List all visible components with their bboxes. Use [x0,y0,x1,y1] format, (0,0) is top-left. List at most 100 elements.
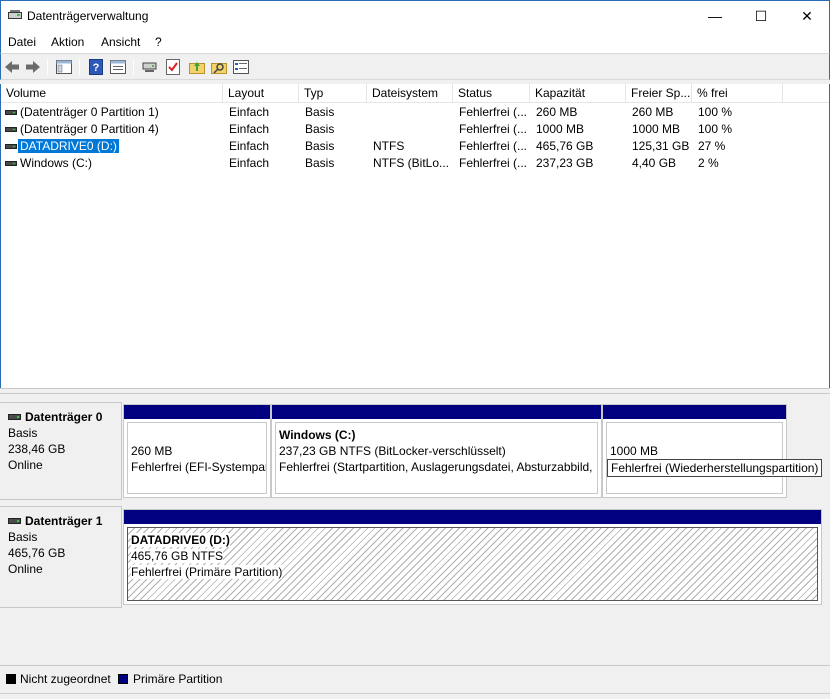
partition-recovery[interactable]: 1000 MB Fehlerfrei (Wiederherstellungspa… [602,404,823,498]
cell-kapazitaet: 1000 MB [536,122,585,136]
close-button[interactable]: ✕ [784,1,830,31]
primary-partition-bar [272,405,601,419]
disk-0-info[interactable]: Datenträger 0 Basis 238,46 GB Online [0,402,122,500]
checklist-icon[interactable] [164,58,182,76]
disk-icon [8,414,21,420]
cell-volume: (Datenträger 0 Partition 1) [20,105,159,119]
disk-0-type: Basis [8,426,38,440]
table-row[interactable]: Windows (C:) Einfach Basis NTFS (BitLo..… [1,155,829,172]
cell-status: Fehlerfrei (... [459,139,528,153]
cell-freier-speicher: 4,40 GB [632,156,677,170]
cell-freier-speicher: 260 MB [632,105,674,119]
disk-0-name: Datenträger 0 [25,410,103,424]
partition-datadrive0-d[interactable]: DATADRIVE0 (D:) 465,76 GB NTFS Fehlerfre… [123,509,822,605]
partition-status: Fehlerfrei (Startpartition, Auslagerungs… [279,460,593,474]
search-folder-icon[interactable] [210,58,228,76]
forward-arrow-icon[interactable] [24,58,42,76]
table-row-selected[interactable]: DATADRIVE0 (D:) Einfach Basis NTFS Fehle… [1,138,829,155]
partition-size: 260 MB [131,444,173,458]
minimize-button[interactable]: — [692,1,738,31]
partition-size: 237,23 GB NTFS (BitLocker-verschlüsselt) [279,444,506,458]
cell-kapazitaet: 237,23 GB [536,156,594,170]
disk-0-state: Online [8,458,43,472]
disk-1-size: 465,76 GB [8,546,66,560]
primary-partition-bar [603,405,786,419]
column-header-kapazitaet[interactable]: Kapazität [530,84,626,103]
console-tree-icon[interactable] [55,58,73,76]
connect-icon[interactable] [141,58,159,76]
cell-typ: Basis [305,156,335,170]
close-icon: ✕ [801,7,813,24]
legend-swatch-primary [118,674,128,684]
partition-status-tooltip: Fehlerfrei (Wiederherstellungspartition) [607,459,823,477]
cell-dateisystem: NTFS (BitLo... [373,156,450,170]
disk-1-state: Online [8,562,43,576]
menu-aktion[interactable]: Aktion [51,35,84,49]
cell-dateisystem [373,104,451,121]
maximize-icon: ☐ [754,7,768,24]
cell-typ: Basis [305,105,335,119]
disk-0-name-row: Datenträger 0 [8,409,121,425]
column-header-dateisystem[interactable]: Dateisystem [367,84,453,103]
minimize-icon: — [708,8,722,24]
cell-layout: Einfach [229,139,270,153]
title-bar: Datenträgerverwaltung — ☐ ✕ [0,0,830,31]
column-header-status[interactable]: Status [453,84,530,103]
cell-volume: (Datenträger 0 Partition 4) [20,122,159,136]
column-header-freier-speicher[interactable]: Freier Sp... [626,84,692,103]
volume-list-header: Volume Layout Typ Dateisystem Status Kap… [1,84,829,103]
column-header-typ[interactable]: Typ [299,84,367,103]
volume-icon [5,110,17,115]
volume-icon [5,127,17,132]
menu-ansicht[interactable]: Ansicht [101,35,140,49]
partition-windows-c[interactable]: Windows (C:) 237,23 GB NTFS (BitLocker-v… [271,404,602,498]
maximize-button[interactable]: ☐ [738,1,784,31]
legend-label-unallocated: Nicht zugeordnet [20,672,111,686]
primary-partition-bar [124,405,270,419]
disk-1-info[interactable]: Datenträger 1 Basis 465,76 GB Online [0,506,122,608]
help-icon[interactable]: ? [87,58,105,76]
volume-list: Volume Layout Typ Dateisystem Status Kap… [0,84,830,388]
back-arrow-icon[interactable] [3,58,21,76]
volume-icon [5,161,17,166]
partition-status: Fehlerfrei (Primäre Partition) [131,565,283,579]
legend-label-primary: Primäre Partition [133,672,223,686]
partition-datadrive0-body: DATADRIVE0 (D:) 465,76 GB NTFS Fehlerfre… [127,527,818,601]
cell-layout: Einfach [229,122,270,136]
empty-disk-area [0,610,830,665]
column-header-layout[interactable]: Layout [223,84,299,103]
partition-windows-body: Windows (C:) 237,23 GB NTFS (BitLocker-v… [275,422,598,494]
toolbar-separator [79,59,80,75]
table-row[interactable]: (Datenträger 0 Partition 4) Einfach Basi… [1,121,829,138]
table-row[interactable]: (Datenträger 0 Partition 1) Einfach Basi… [1,104,829,121]
partition-efi-body: 260 MB Fehlerfrei (EFI-Systempar [127,422,267,494]
svg-text:?: ? [93,62,100,74]
disk-1-name: Datenträger 1 [25,514,103,528]
cell-volume: Windows (C:) [20,156,93,170]
cell-status: Fehlerfrei (... [459,122,528,136]
partition-recovery-body: 1000 MB Fehlerfrei (Wiederherstellungspa… [606,422,823,494]
status-bar [0,693,830,699]
cell-layout: Einfach [229,105,270,119]
disk-1-type: Basis [8,530,38,544]
cell-status: Fehlerfrei (... [459,105,528,119]
menu-datei[interactable]: Datei [8,35,36,49]
cell-volume: DATADRIVE0 (D:) [18,138,218,155]
column-header-prozent-frei[interactable]: % frei [692,84,783,103]
window-title: Datenträgerverwaltung [27,9,149,23]
settings-list-icon[interactable] [232,58,250,76]
volume-icon [5,144,17,149]
disk-0-size: 238,46 GB [8,442,66,456]
cell-freier-speicher: 125,31 GB [632,139,690,153]
folder-up-icon[interactable] [188,58,206,76]
cell-typ: Basis [305,139,335,153]
properties-icon[interactable] [109,58,127,76]
partition-size: 1000 MB [610,444,659,458]
toolbar: ? [0,53,830,80]
cell-kapazitaet: 465,76 GB [536,139,594,153]
partition-efi[interactable]: 260 MB Fehlerfrei (EFI-Systempar [123,404,271,498]
partition-title [610,427,782,443]
column-header-volume[interactable]: Volume [1,84,223,103]
disk-icon [8,518,21,524]
menu-help[interactable]: ? [155,35,162,49]
